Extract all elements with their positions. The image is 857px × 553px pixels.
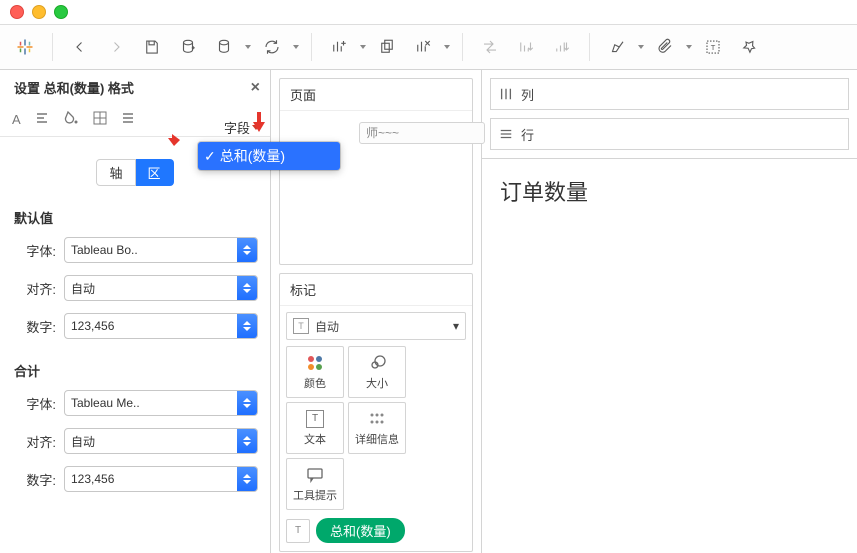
total-align-combo[interactable]: 自动 <box>64 428 258 454</box>
close-format-pane-button[interactable]: × <box>251 79 260 97</box>
duplicate-sheet-button[interactable] <box>372 32 402 62</box>
marks-color-button[interactable]: 颜色 <box>286 346 344 398</box>
highlight-button[interactable] <box>602 32 632 62</box>
zoom-window-button[interactable] <box>54 5 68 19</box>
sort-desc-button <box>547 32 577 62</box>
pages-shelf-title: 页面 <box>280 79 472 111</box>
red-arrow-annotation <box>158 124 182 148</box>
default-number-combo[interactable]: 123,456 <box>64 313 258 339</box>
alignment-format-icon[interactable] <box>35 111 49 128</box>
combo-value: 123,456 <box>65 472 237 486</box>
marks-cell-label: 详细信息 <box>355 431 399 447</box>
clear-sheet-button[interactable] <box>408 32 438 62</box>
columns-shelf[interactable]: 列 <box>490 78 849 110</box>
chevron-down-icon[interactable] <box>245 45 251 49</box>
rows-shelf-label: 行 <box>521 125 534 144</box>
combo-value: Tableau Me.. <box>65 396 237 410</box>
chevron-down-icon[interactable] <box>638 45 644 49</box>
marks-text-button[interactable]: T 文本 <box>286 402 344 454</box>
dropdown-item-label: 总和(数量) <box>220 146 285 166</box>
field-dropdown-popup[interactable]: ✓ 总和(数量) <box>198 142 340 170</box>
swap-rows-cols-button <box>475 32 505 62</box>
text-mark-icon: T <box>293 318 309 334</box>
pages-shelf[interactable]: 页面 <box>279 78 473 265</box>
total-number-combo[interactable]: 123,456 <box>64 466 258 492</box>
forward-button <box>101 32 131 62</box>
marks-type-dropdown[interactable]: T 自动 ▾ <box>286 312 466 340</box>
rows-shelf[interactable]: 行 <box>490 118 849 150</box>
total-section-title: 合计 <box>0 345 270 384</box>
main-toolbar: T <box>0 25 857 70</box>
lines-format-icon[interactable] <box>121 111 135 128</box>
rows-icon <box>499 127 513 141</box>
font-label: 字体: <box>12 394 56 413</box>
save-button[interactable] <box>137 32 167 62</box>
shading-format-icon[interactable] <box>63 111 79 128</box>
refresh-datasource-button[interactable] <box>209 32 239 62</box>
marks-card: 标记 T 自动 ▾ 颜色 大小 T 文本 <box>279 273 473 552</box>
chevron-down-icon[interactable] <box>293 45 299 49</box>
align-label: 对齐: <box>12 279 56 298</box>
back-button[interactable] <box>65 32 95 62</box>
columns-shelf-label: 列 <box>521 85 534 104</box>
new-datasource-button[interactable] <box>173 32 203 62</box>
font-format-icon[interactable]: A <box>12 112 21 127</box>
marks-card-title: 标记 <box>280 274 472 306</box>
font-label: 字体: <box>12 241 56 260</box>
marks-size-button[interactable]: 大小 <box>348 346 406 398</box>
format-pane-title: 设置 总和(数量) 格式 <box>14 78 134 97</box>
marks-cell-label: 大小 <box>366 375 388 391</box>
combo-value: 自动 <box>65 280 237 297</box>
default-font-combo[interactable]: Tableau Bo.. <box>64 237 258 263</box>
main-area: 设置 总和(数量) 格式 × A 字段 <box>0 70 857 553</box>
align-label: 对齐: <box>12 432 56 451</box>
check-icon: ✓ <box>204 148 216 165</box>
combo-value: 123,456 <box>65 319 237 333</box>
marks-cell-label: 工具提示 <box>293 487 337 503</box>
marks-cell-label: 文本 <box>304 431 326 447</box>
app-logo-icon <box>10 32 40 62</box>
combo-value: 自动 <box>65 433 237 450</box>
pill-label: 总和(数量) <box>316 518 405 543</box>
chevron-down-icon[interactable] <box>444 45 450 49</box>
combo-value: Tableau Bo.. <box>65 243 237 257</box>
viz-pane: 列 行 订单数量 <box>482 70 857 553</box>
marks-type-value: 自动 <box>315 318 339 335</box>
number-label: 数字: <box>12 470 56 489</box>
minimize-window-button[interactable] <box>32 5 46 19</box>
hidden-card-fragment: 师~~~ <box>359 122 485 144</box>
attachment-button[interactable] <box>650 32 680 62</box>
chevron-down-icon: ▾ <box>453 319 459 333</box>
svg-text:T: T <box>711 43 716 52</box>
number-label: 数字: <box>12 317 56 336</box>
viz-canvas[interactable]: 订单数量 <box>482 158 857 553</box>
border-format-icon[interactable] <box>93 111 107 128</box>
default-section-title: 默认值 <box>0 192 270 231</box>
text-mark-icon: T <box>286 519 310 543</box>
pin-button[interactable] <box>734 32 764 62</box>
new-worksheet-button[interactable] <box>324 32 354 62</box>
columns-icon <box>499 87 513 101</box>
red-arrow-annotation <box>247 110 271 134</box>
default-align-combo[interactable]: 自动 <box>64 275 258 301</box>
sort-asc-button <box>511 32 541 62</box>
marks-detail-button[interactable]: 详细信息 <box>348 402 406 454</box>
marks-pill[interactable]: T 总和(数量) <box>286 518 466 543</box>
text-annotation-button[interactable]: T <box>698 32 728 62</box>
chevron-down-icon[interactable] <box>686 45 692 49</box>
marks-tooltip-button[interactable]: 工具提示 <box>286 458 344 510</box>
format-pane: 设置 总和(数量) 格式 × A 字段 <box>0 70 271 553</box>
close-window-button[interactable] <box>10 5 24 19</box>
marks-cell-label: 颜色 <box>304 375 326 391</box>
area-tab[interactable]: 区 <box>136 159 174 186</box>
total-font-combo[interactable]: Tableau Me.. <box>64 390 258 416</box>
chevron-down-icon[interactable] <box>360 45 366 49</box>
window-titlebar <box>0 0 857 25</box>
auto-update-button[interactable] <box>257 32 287 62</box>
axis-tab[interactable]: 轴 <box>96 159 135 186</box>
viz-title: 订单数量 <box>500 175 839 207</box>
